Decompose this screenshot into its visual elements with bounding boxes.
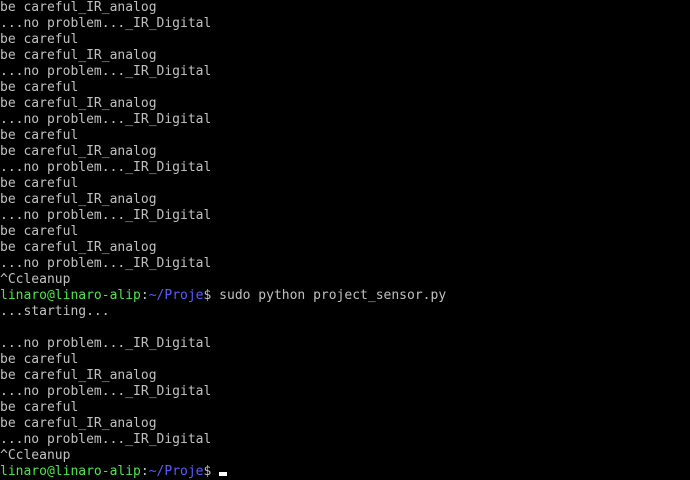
output-line: ...no problem..._IR_Digital	[0, 64, 212, 79]
output-line: ...no problem..._IR_Digital	[0, 16, 212, 31]
output-line: ^Ccleanup	[0, 448, 71, 463]
output-line: ^Ccleanup	[0, 272, 71, 287]
output-line: be careful	[0, 32, 79, 47]
output-line: be careful_IR_analog	[0, 368, 157, 383]
terminal-output: be careful_IR_analog ...no problem..._IR…	[0, 0, 690, 480]
output-line: be careful	[0, 128, 79, 143]
output-line: ...no problem..._IR_Digital	[0, 112, 212, 127]
output-line: be careful_IR_analog	[0, 192, 157, 207]
output-line: be careful_IR_analog	[0, 48, 157, 63]
output-line: be careful_IR_analog	[0, 144, 157, 159]
output-line: be careful	[0, 400, 79, 415]
prompt-user-host: linaro@linaro-alip	[0, 464, 141, 479]
output-line: ...no problem..._IR_Digital	[0, 432, 212, 447]
entered-command: sudo python project_sensor.py	[211, 288, 447, 303]
command-prompt-line: linaro@linaro-alip:~/Proje$ sudo python …	[0, 288, 690, 304]
terminal-window[interactable]: be careful_IR_analog ...no problem..._IR…	[0, 0, 690, 480]
command-input[interactable]	[211, 464, 219, 479]
prompt-colon: :	[140, 464, 149, 479]
output-line: ...no problem..._IR_Digital	[0, 160, 212, 175]
prompt-path: ~/Proje	[148, 288, 204, 303]
active-prompt-line[interactable]: linaro@linaro-alip:~/Proje$	[0, 464, 690, 480]
output-line: ...starting...	[0, 304, 110, 319]
output-line: be careful_IR_analog	[0, 0, 157, 15]
output-line: be careful	[0, 352, 79, 367]
output-line: be careful	[0, 80, 79, 95]
text-cursor	[219, 472, 228, 476]
prompt-path: ~/Proje	[148, 464, 204, 479]
output-line: ...no problem..._IR_Digital	[0, 384, 212, 399]
prompt-user-host: linaro@linaro-alip	[0, 288, 141, 303]
output-line: ...no problem..._IR_Digital	[0, 336, 212, 351]
output-line: ...no problem..._IR_Digital	[0, 208, 212, 223]
output-line: be careful_IR_analog	[0, 96, 157, 111]
output-line: be careful	[0, 224, 79, 239]
output-line: be careful	[0, 176, 79, 191]
output-line: be careful_IR_analog	[0, 416, 157, 431]
output-line: be careful_IR_analog	[0, 240, 157, 255]
prompt-colon: :	[140, 288, 149, 303]
output-line: ...no problem..._IR_Digital	[0, 256, 212, 271]
